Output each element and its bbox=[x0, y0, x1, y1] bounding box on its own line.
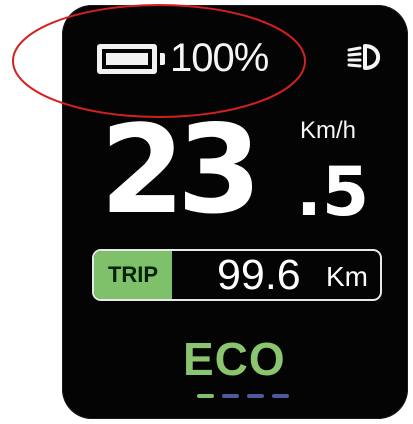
assist-level-indicator bbox=[197, 394, 289, 402]
speed-decimal: .5 bbox=[296, 153, 370, 232]
assist-level-dash bbox=[222, 394, 239, 398]
battery-fill bbox=[106, 53, 148, 65]
screenshot-stage: 100% 23 .5 Km/h TRIP 99.6 Km ECO bbox=[0, 0, 413, 424]
trip-unit: Km bbox=[326, 261, 368, 292]
trip-panel: TRIP 99.6 Km bbox=[92, 249, 382, 301]
battery-icon bbox=[97, 44, 157, 74]
riding-mode-label: ECO bbox=[183, 333, 286, 385]
speed-integer: 23 bbox=[100, 99, 262, 241]
assist-level-dash bbox=[247, 394, 264, 398]
battery-percentage: 100% bbox=[170, 36, 269, 80]
headlight-icon bbox=[347, 44, 381, 70]
trip-label: TRIP bbox=[94, 251, 172, 299]
trip-distance: 99.6 bbox=[217, 251, 301, 299]
assist-level-dash bbox=[197, 394, 214, 398]
battery-tip bbox=[160, 53, 165, 65]
assist-level-dash bbox=[272, 394, 289, 398]
speed-unit: Km/h bbox=[300, 117, 357, 144]
